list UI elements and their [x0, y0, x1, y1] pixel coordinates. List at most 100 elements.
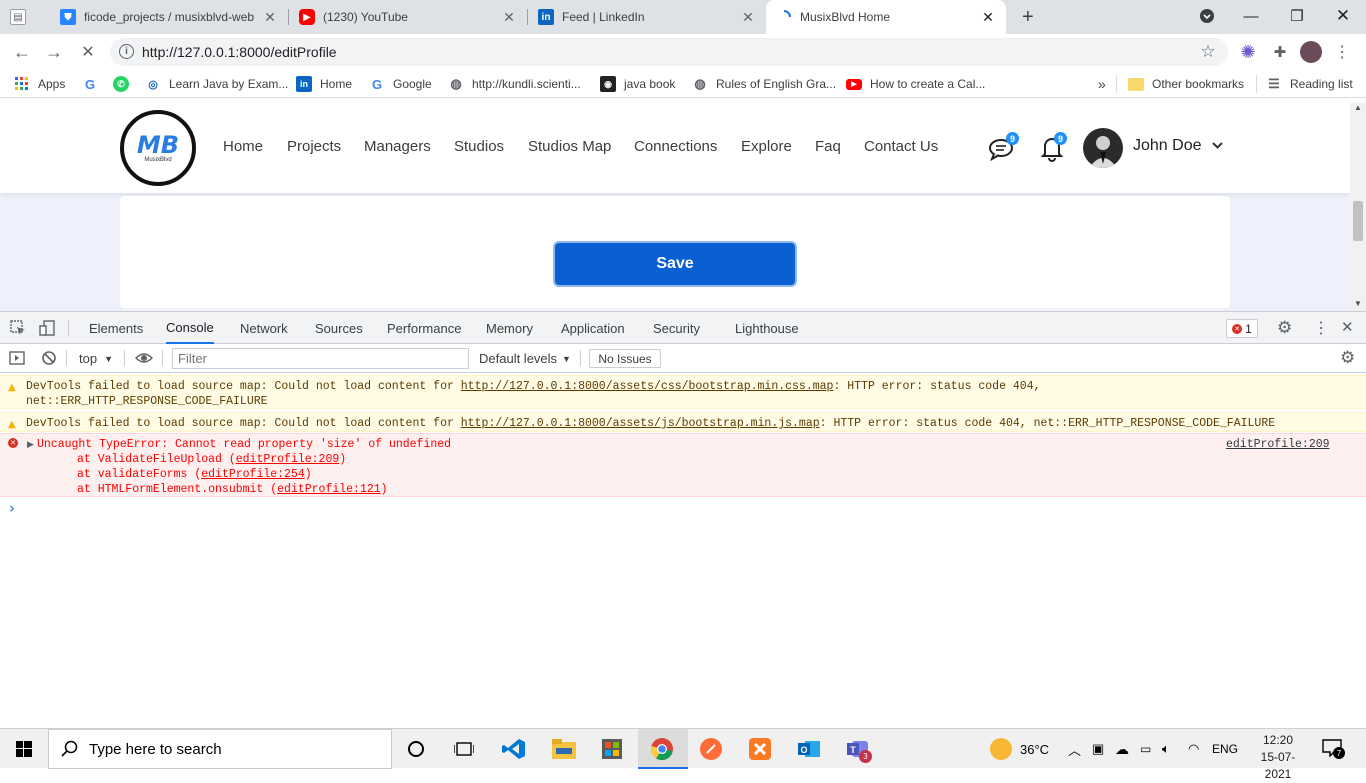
bookmark-google-1[interactable]: G — [82, 75, 106, 93]
postman-icon[interactable] — [697, 735, 725, 763]
error-source-link[interactable]: editProfile:209 — [1226, 437, 1330, 452]
bookmark-youtube-calc[interactable]: ▶ How to create a Cal... — [846, 75, 985, 93]
action-center-icon[interactable]: 7 — [1322, 739, 1345, 759]
tab-linkedin[interactable]: in Feed | LinkedIn ✕ — [528, 0, 766, 34]
minimize-icon[interactable]: — — [1228, 0, 1274, 32]
cortana-icon[interactable] — [402, 735, 430, 763]
forward-arrow-icon[interactable]: → — [40, 38, 68, 66]
weather-widget[interactable]: 36°C — [990, 729, 1049, 769]
start-button[interactable] — [0, 729, 48, 769]
close-icon[interactable]: ✕ — [262, 9, 278, 26]
device-toolbar-icon[interactable] — [39, 320, 55, 339]
chrome-taskbar-button[interactable] — [638, 729, 688, 769]
bookmark-whatsapp[interactable]: ✆ — [113, 75, 137, 93]
wifi-icon[interactable]: ◠ — [1188, 729, 1199, 769]
nav-connections[interactable]: Connections — [634, 138, 717, 155]
volume-icon[interactable]: 🔈︎ — [1162, 729, 1170, 769]
devtools-tab-security[interactable]: Security — [653, 312, 700, 344]
tray-device-icon[interactable]: ▣ — [1092, 729, 1104, 769]
outlook-icon[interactable]: O — [795, 735, 823, 763]
xampp-icon[interactable] — [746, 735, 774, 763]
nav-faq[interactable]: Faq — [815, 138, 841, 155]
source-map-link[interactable]: http://127.0.0.1:8000/assets/js/bootstra… — [461, 417, 820, 430]
stack-frame-link[interactable]: editProfile:209 — [236, 453, 340, 466]
task-view-icon[interactable] — [450, 735, 478, 763]
clock[interactable]: 12:20 15-07-2021 — [1248, 732, 1308, 781]
nav-contact-us[interactable]: Contact Us — [864, 138, 938, 155]
show-sidebar-icon[interactable] — [9, 350, 25, 369]
devtools-tab-elements[interactable]: Elements — [89, 312, 143, 344]
nav-explore[interactable]: Explore — [741, 138, 792, 155]
teams-icon[interactable]: T 3 — [844, 735, 872, 763]
notifications-button[interactable]: 9 — [1040, 132, 1070, 162]
file-explorer-icon[interactable] — [550, 735, 578, 763]
devtools-tab-network[interactable]: Network — [240, 312, 288, 344]
bookmarks-overflow-button[interactable]: » — [1098, 75, 1106, 93]
live-expression-eye-icon[interactable] — [135, 350, 153, 369]
devtools-tab-performance[interactable]: Performance — [387, 312, 461, 344]
stop-loading-icon[interactable]: ✕ — [74, 38, 102, 66]
tab-musixblvd[interactable]: MusixBlvd Home ✕ — [766, 0, 1006, 34]
bookmark-java-book[interactable]: ◉ java book — [600, 75, 675, 93]
tab-search-dropdown-icon[interactable] — [1184, 0, 1230, 32]
nav-projects[interactable]: Projects — [287, 138, 341, 155]
bookmark-star-icon[interactable]: ☆ — [1194, 38, 1222, 66]
console-prompt[interactable]: › — [9, 499, 15, 517]
extension-icon[interactable]: ✺ — [1234, 38, 1262, 66]
new-tab-button[interactable]: + — [1012, 0, 1042, 34]
more-menu-icon[interactable]: ⋮ — [1328, 38, 1356, 66]
scrollbar-thumb[interactable] — [1353, 201, 1363, 241]
nav-studios-map[interactable]: Studios Map — [528, 138, 611, 155]
issues-button[interactable]: No Issues — [589, 349, 661, 368]
reading-list-button[interactable]: ☰ Reading list — [1266, 75, 1353, 93]
inspect-element-icon[interactable] — [10, 320, 26, 339]
close-icon[interactable]: ✕ — [980, 9, 996, 26]
vscode-icon[interactable] — [500, 735, 528, 763]
extensions-puzzle-icon[interactable]: ✚ — [1266, 38, 1294, 66]
expand-triangle-icon[interactable]: ▶ — [27, 438, 34, 453]
messages-button[interactable]: 9 — [988, 132, 1019, 162]
log-levels-dropdown[interactable]: Default levels ▼ — [479, 351, 571, 366]
chevron-down-icon[interactable] — [1211, 139, 1224, 155]
store-icon[interactable] — [598, 735, 626, 763]
bookmark-kundli[interactable]: ◍ http://kundli.scienti... — [448, 75, 580, 93]
window-close-icon[interactable]: ✕ — [1320, 0, 1366, 32]
scroll-up-icon[interactable]: ▲ — [1354, 103, 1362, 112]
tab-search-icon[interactable]: ▤ — [0, 0, 48, 34]
language-indicator[interactable]: ENG — [1212, 729, 1238, 769]
clear-console-icon[interactable] — [41, 350, 57, 369]
tab-bitbucket[interactable]: ⛊ ficode_projects / musixblvd-web ✕ — [50, 0, 288, 34]
devtools-tab-memory[interactable]: Memory — [486, 312, 533, 344]
bookmark-english-grammar[interactable]: ◍ Rules of English Gra... — [692, 75, 836, 93]
user-name[interactable]: John Doe — [1133, 137, 1202, 155]
nav-home[interactable]: Home — [223, 138, 263, 155]
onedrive-cloud-icon[interactable]: ☁ — [1115, 729, 1129, 769]
devtools-close-icon[interactable]: ✕ — [1341, 318, 1354, 336]
bookmark-linkedin-home[interactable]: in Home — [296, 75, 352, 93]
restore-icon[interactable]: ❐ — [1274, 0, 1320, 32]
address-bar[interactable]: i http://127.0.0.1:8000/editProfile — [110, 38, 1228, 66]
tray-overflow-chevron-icon[interactable]: ︿ — [1068, 729, 1081, 769]
bookmark-learn-java[interactable]: ◎ Learn Java by Exam... — [145, 75, 288, 93]
devtools-more-icon[interactable]: ⋮ — [1313, 318, 1329, 338]
nav-managers[interactable]: Managers — [364, 138, 431, 155]
console-filter-input[interactable] — [172, 348, 469, 369]
console-settings-gear-icon[interactable]: ⚙ — [1340, 348, 1355, 368]
tab-youtube[interactable]: ▶ (1230) YouTube ✕ — [289, 0, 527, 34]
devtools-tab-application[interactable]: Application — [561, 312, 625, 344]
stack-frame-link[interactable]: editProfile:254 — [201, 468, 305, 481]
back-arrow-icon[interactable]: ← — [8, 38, 36, 66]
scroll-down-icon[interactable]: ▼ — [1354, 299, 1362, 308]
devtools-tab-sources[interactable]: Sources — [315, 312, 363, 344]
site-info-icon[interactable]: i — [119, 44, 134, 59]
settings-gear-icon[interactable]: ⚙ — [1277, 318, 1292, 338]
stack-frame-link[interactable]: editProfile:121 — [277, 483, 381, 496]
close-icon[interactable]: ✕ — [740, 9, 756, 26]
save-button[interactable]: Save — [553, 241, 797, 287]
user-avatar[interactable] — [1083, 128, 1123, 168]
context-selector[interactable]: top ▼ — [79, 351, 113, 366]
bookmark-apps[interactable]: Apps — [14, 75, 65, 93]
devtools-tab-lighthouse[interactable]: Lighthouse — [735, 312, 799, 344]
battery-icon[interactable]: ▭ — [1140, 729, 1151, 769]
error-counter[interactable]: ✕ 1 — [1226, 319, 1258, 338]
